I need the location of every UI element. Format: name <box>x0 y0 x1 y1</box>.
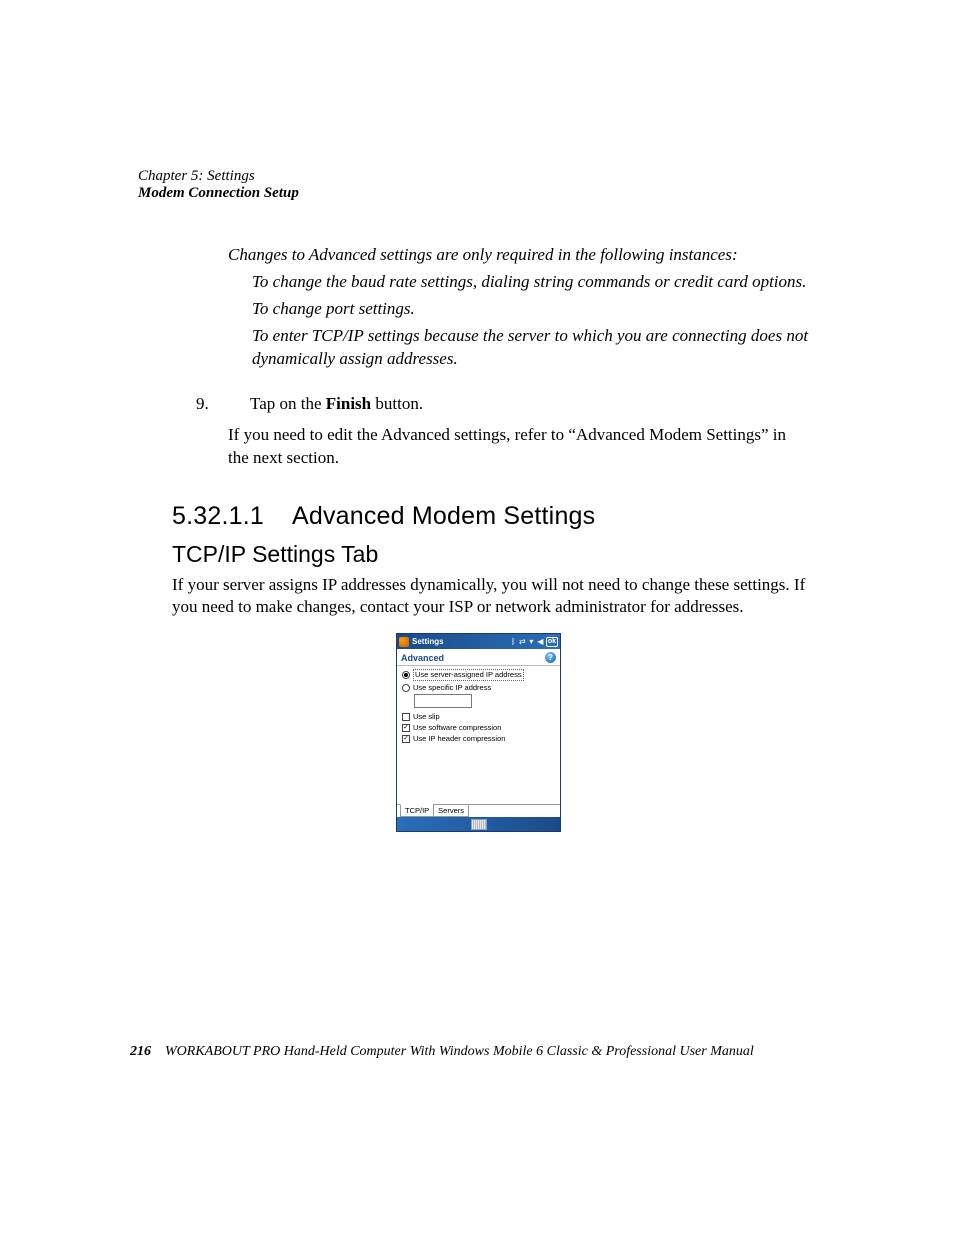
checkbox-ip-header-compression-label: Use IP header compression <box>413 734 505 743</box>
note-intro: Changes to Advanced settings are only re… <box>228 244 819 267</box>
wm-panel-title: Advanced <box>401 653 545 663</box>
volume-icon: ◀ <box>536 637 545 646</box>
embedded-screenshot: Settings ᛒ ⇄ ▾ ◀ ok Advanced ? Use serve… <box>138 633 819 832</box>
checkbox-slip[interactable] <box>402 713 410 721</box>
radio-specific-ip[interactable] <box>402 684 410 692</box>
help-icon[interactable]: ? <box>545 652 556 663</box>
wm-body: Use server-assigned IP address Use speci… <box>397 666 560 804</box>
running-header-chapter: Chapter 5: Settings <box>138 168 819 185</box>
checkbox-sw-compression-label: Use software compression <box>413 723 501 732</box>
check-row-slip[interactable]: Use slip <box>402 712 555 721</box>
note-item-3: To enter TCP/IP settings because the ser… <box>252 325 814 371</box>
connectivity-icon: ⇄ <box>518 637 527 646</box>
running-header-section: Modem Connection Setup <box>138 185 819 202</box>
step-9-post: button. <box>371 394 423 413</box>
bluetooth-icon: ᛒ <box>509 637 518 646</box>
subheading-tcpip: TCP/IP Settings Tab <box>172 541 819 568</box>
wm-tab-bar: TCP/IP Servers <box>397 804 560 817</box>
keyboard-icon[interactable] <box>471 819 487 830</box>
step-9: 9. Tap on the Finish button. <box>138 393 819 416</box>
tab-tcpip[interactable]: TCP/IP <box>400 804 434 817</box>
paragraph-tcpip: If your server assigns IP addresses dyna… <box>172 574 809 620</box>
step-9-text: Tap on the Finish button. <box>250 393 811 416</box>
radio-server-ip-label: Use server-assigned IP address <box>413 669 524 681</box>
radio-server-ip[interactable] <box>402 671 410 679</box>
start-icon[interactable] <box>399 637 409 647</box>
page-footer: 216 WORKABOUT PRO Hand-Held Computer With… <box>130 1044 854 1060</box>
step-9-number: 9. <box>196 393 250 416</box>
ip-address-input[interactable] <box>414 694 472 708</box>
tab-servers[interactable]: Servers <box>433 804 469 817</box>
check-row-iphdr[interactable]: ✓ Use IP header compression <box>402 734 555 743</box>
wm-titlebar: Settings ᛒ ⇄ ▾ ◀ ok <box>397 634 560 649</box>
check-row-sw[interactable]: ✓ Use software compression <box>402 723 555 732</box>
step-9-follow: If you need to edit the Advanced setting… <box>228 424 811 470</box>
heading-title: Advanced Modem Settings <box>292 502 595 530</box>
page-number: 216 <box>130 1044 151 1059</box>
wm-sip-bar[interactable] <box>397 817 560 831</box>
checkbox-slip-label: Use slip <box>413 712 440 721</box>
checkbox-sw-compression[interactable]: ✓ <box>402 724 410 732</box>
wm-title: Settings <box>412 637 444 646</box>
checkbox-ip-header-compression[interactable]: ✓ <box>402 735 410 743</box>
signal-icon: ▾ <box>527 637 536 646</box>
heading-number: 5.32.1.1 <box>172 502 264 530</box>
radio-specific-ip-label: Use specific IP address <box>413 683 491 692</box>
step-9-pre: Tap on the <box>250 394 326 413</box>
footer-title: WORKABOUT PRO Hand-Held Computer With Wi… <box>165 1044 754 1059</box>
note-item-1: To change the baud rate settings, dialin… <box>252 271 814 294</box>
note-item-2: To change port settings. <box>252 298 814 321</box>
heading-5-32-1-1: 5.32.1.1 Advanced Modem Settings <box>172 502 819 531</box>
radio-row-server-ip[interactable]: Use server-assigned IP address <box>402 669 555 681</box>
wm-panel-header: Advanced ? <box>397 649 560 666</box>
wm-screen: Settings ᛒ ⇄ ▾ ◀ ok Advanced ? Use serve… <box>396 633 561 832</box>
step-9-bold: Finish <box>326 394 371 413</box>
ok-button[interactable]: ok <box>546 637 558 647</box>
radio-row-specific-ip[interactable]: Use specific IP address <box>402 683 555 692</box>
